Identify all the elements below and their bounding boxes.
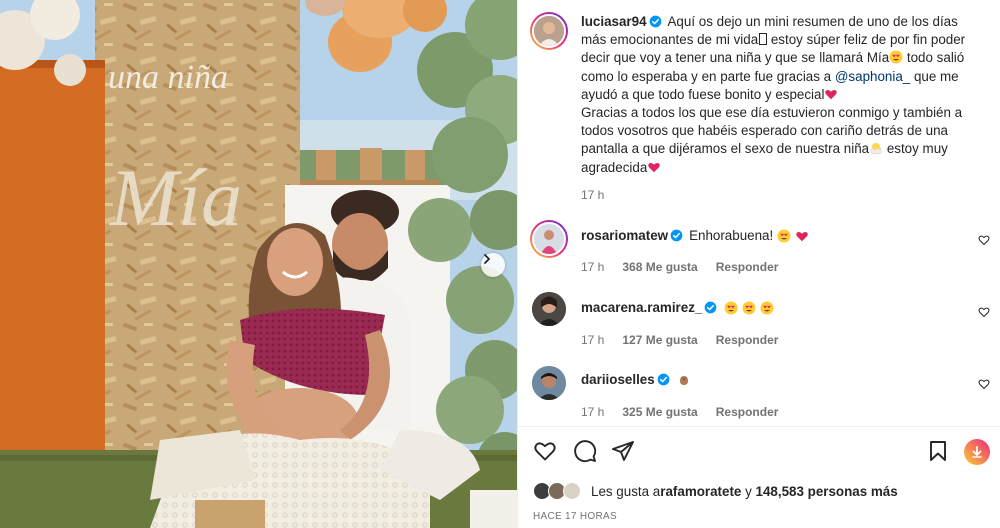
- heart-eyes-emoji-icon: [760, 301, 774, 314]
- comment-likes[interactable]: 127 Me gusta: [622, 333, 697, 347]
- comment-row: macarena.ramirez_: [581, 300, 774, 315]
- comment-likes[interactable]: 325 Me gusta: [622, 405, 697, 419]
- author-username[interactable]: luciasar94: [581, 14, 647, 29]
- author-avatar[interactable]: [530, 12, 568, 50]
- author-avatar-image: [534, 16, 564, 46]
- red-heart-emoji-icon: [796, 231, 808, 241]
- comment-avatar-image: [534, 224, 564, 254]
- heart-eyes-emoji-icon: [724, 301, 738, 314]
- photo-illustration: una niña Mía: [0, 0, 517, 528]
- likes-summary: Les gusta a rafamoratete y 148,583 perso…: [533, 482, 898, 500]
- clapping-hands-emoji-icon: [679, 375, 688, 385]
- verified-badge-icon: [670, 229, 683, 242]
- comment-username[interactable]: macarena.ramirez_: [581, 300, 702, 315]
- post-age[interactable]: HACE 17 HORAS: [533, 511, 617, 522]
- likes-user-link[interactable]: rafamoratete: [660, 484, 741, 499]
- comment-like-heart-icon[interactable]: [978, 378, 990, 390]
- comment-time[interactable]: 17 h: [581, 333, 604, 347]
- comment-like-heart-icon[interactable]: [978, 306, 990, 318]
- save-icon[interactable]: [926, 439, 950, 463]
- comment-username[interactable]: dariioselles: [581, 372, 655, 387]
- heart-eyes-emoji-icon: [777, 229, 791, 242]
- likes-count-link[interactable]: 148,583 personas más: [756, 484, 898, 499]
- next-photo-button[interactable]: [481, 253, 505, 277]
- post-caption: luciasar94 Aquí os dejo un mini resumen …: [581, 13, 976, 177]
- comment-meta: 17 h 368 Me gusta Responder: [581, 260, 778, 274]
- likes-prefix: Les gusta a: [591, 483, 661, 499]
- comment-avatar[interactable]: [530, 220, 568, 258]
- verified-badge-icon: [657, 373, 670, 386]
- liker-avatars: [533, 482, 585, 500]
- comment-time[interactable]: 17 h: [581, 260, 604, 274]
- comment-like-heart-icon[interactable]: [978, 234, 990, 246]
- caption-mention-link[interactable]: @saphonia_: [835, 69, 910, 84]
- heart-eyes-emoji-icon: [742, 301, 756, 314]
- comment-avatar-image: [532, 366, 566, 400]
- comment-text: Enhorabuena!: [689, 228, 774, 243]
- download-icon: [972, 446, 982, 458]
- reply-button[interactable]: Responder: [716, 405, 779, 419]
- comment-avatar[interactable]: [532, 292, 566, 326]
- liker-avatar: [563, 482, 581, 500]
- verified-badge-icon: [704, 301, 717, 314]
- verified-badge-icon: [649, 15, 661, 28]
- comment-row: dariioselles: [581, 372, 691, 387]
- chevron-right-icon: [484, 254, 490, 264]
- comment-row: rosariomatew Enhorabuena!: [581, 228, 809, 243]
- heart-icon[interactable]: [533, 439, 557, 463]
- red-heart-emoji-icon: [648, 162, 661, 172]
- comment-icon[interactable]: [573, 439, 597, 463]
- unknown-glyph-icon: [759, 33, 768, 46]
- sign-text: una niña: [108, 59, 228, 96]
- likes-middle: y: [741, 483, 756, 499]
- comment-likes[interactable]: 368 Me gusta: [622, 260, 697, 274]
- comment-meta: 17 h 325 Me gusta Responder: [581, 405, 778, 419]
- comment-meta: 17 h 127 Me gusta Responder: [581, 333, 778, 347]
- comment-username[interactable]: rosariomatew: [581, 228, 668, 243]
- post-action-bar: [533, 439, 990, 465]
- reply-button[interactable]: Responder: [716, 333, 779, 347]
- name-sign: Mía: [109, 152, 242, 243]
- share-icon[interactable]: [611, 439, 635, 463]
- comment-avatar[interactable]: [532, 366, 566, 400]
- caption-timestamp[interactable]: 17 h: [581, 188, 604, 202]
- heart-eyes-emoji-icon: [889, 50, 903, 64]
- hatching-chick-emoji-icon: [870, 143, 882, 155]
- download-button[interactable]: [964, 439, 990, 465]
- post-photo[interactable]: una niña Mía: [0, 0, 517, 528]
- reply-button[interactable]: Responder: [716, 260, 779, 274]
- comment-time[interactable]: 17 h: [581, 405, 604, 419]
- comment-avatar-image: [532, 292, 566, 326]
- divider: [517, 426, 1000, 427]
- red-heart-emoji-icon: [825, 89, 838, 100]
